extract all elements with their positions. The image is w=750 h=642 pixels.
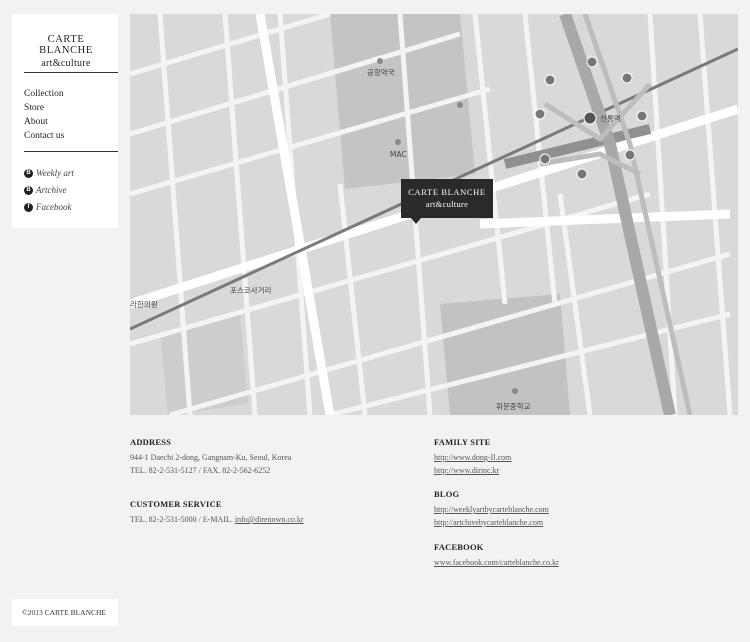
social-link-facebook[interactable]: f Facebook <box>24 199 74 216</box>
phone-fax-line: TEL. 82-2-531-5127 / FAX. 82-2-562-6252 <box>130 466 271 475</box>
map-place-school: 휘문중학교 <box>496 402 531 411</box>
blog-link[interactable]: http://artchivebycarteblanche.com <box>434 516 724 529</box>
customer-service-heading: CUSTOMER SERVICE <box>130 499 222 509</box>
pin-subtitle: art&culture <box>425 199 469 209</box>
copyright-notice: ©2013 CARTE BLANCHE <box>12 599 118 626</box>
family-site-section: FAMILY SITE http://www.dong-Il.com http:… <box>434 436 724 477</box>
blog-heading: BLOG <box>434 489 460 499</box>
main-nav: Collection Store About Contact us <box>24 87 64 143</box>
map-location-pin[interactable]: CARTE BLANCHE art&culture <box>401 179 493 224</box>
blog-icon: B <box>24 169 33 178</box>
brand-name: CARTE BLANCHE <box>39 34 93 56</box>
family-site-heading: FAMILY SITE <box>434 437 491 447</box>
nav-item-about[interactable]: About <box>24 115 64 129</box>
blog-icon: B <box>24 186 33 195</box>
map-place-pharmacy: 공항약국 <box>367 68 395 77</box>
social-link-artchive[interactable]: B Artchive <box>24 182 74 199</box>
brand-subtitle: art&culture <box>41 58 91 69</box>
nav-item-collection[interactable]: Collection <box>24 87 64 101</box>
location-map[interactable]: 공항약국 MAC 포스코사거리 휘문중학교 선릉역 라한의원 CARTE BLA… <box>130 14 738 415</box>
blog-section: BLOG http://weeklyartbycarteblanche.com … <box>434 488 724 529</box>
nav-item-store[interactable]: Store <box>24 101 64 115</box>
facebook-section: FACEBOOK www.facebook.com/carteblanche.c… <box>434 541 724 569</box>
logo[interactable]: CARTE BLANCHE art&culture <box>24 34 108 69</box>
blog-link[interactable]: http://weeklyartbycarteblanche.com <box>434 503 724 516</box>
facebook-heading: FACEBOOK <box>434 542 484 552</box>
map-place-posco-intersection: 포스코사거리 <box>230 286 272 295</box>
pin-title: CARTE BLANCHE <box>408 187 486 197</box>
email-link[interactable]: info@direnown.co.kr <box>235 515 304 524</box>
address-section: ADDRESS 944-1 Daechi 2-dong, Gangnam-Ku,… <box>130 436 420 477</box>
map-place-station: 선릉역 <box>600 114 621 123</box>
map-place-clinic: 라한의원 <box>130 300 158 309</box>
social-link-weekly-art[interactable]: B Weekly art <box>24 165 74 182</box>
family-site-link[interactable]: http://www.dirinc.kr <box>434 464 724 477</box>
social-link-label: Artchive <box>36 185 67 195</box>
divider <box>24 72 118 73</box>
sidebar: CARTE BLANCHE art&culture Collection Sto… <box>12 14 118 228</box>
facebook-icon: f <box>24 203 33 212</box>
social-links: B Weekly art B Artchive f Facebook <box>24 165 74 216</box>
social-link-label: Facebook <box>36 202 72 212</box>
social-link-label: Weekly art <box>36 168 74 178</box>
divider <box>24 151 118 152</box>
map-place-mac: MAC <box>390 150 407 159</box>
facebook-link[interactable]: www.facebook.com/carteblanche.co.kr <box>434 556 724 569</box>
customer-service-section: CUSTOMER SERVICE TEL. 82-2-531-5000 / E-… <box>130 498 420 526</box>
family-site-link[interactable]: http://www.dong-Il.com <box>434 451 724 464</box>
nav-item-contact[interactable]: Contact us <box>24 129 64 143</box>
pin-pointer <box>411 218 421 224</box>
customer-service-text: TEL. 82-2-531-5000 / E-MAIL. <box>130 515 233 524</box>
address-line: 944-1 Daechi 2-dong, Gangnam-Ku, Seoul, … <box>130 453 292 462</box>
address-heading: ADDRESS <box>130 437 172 447</box>
